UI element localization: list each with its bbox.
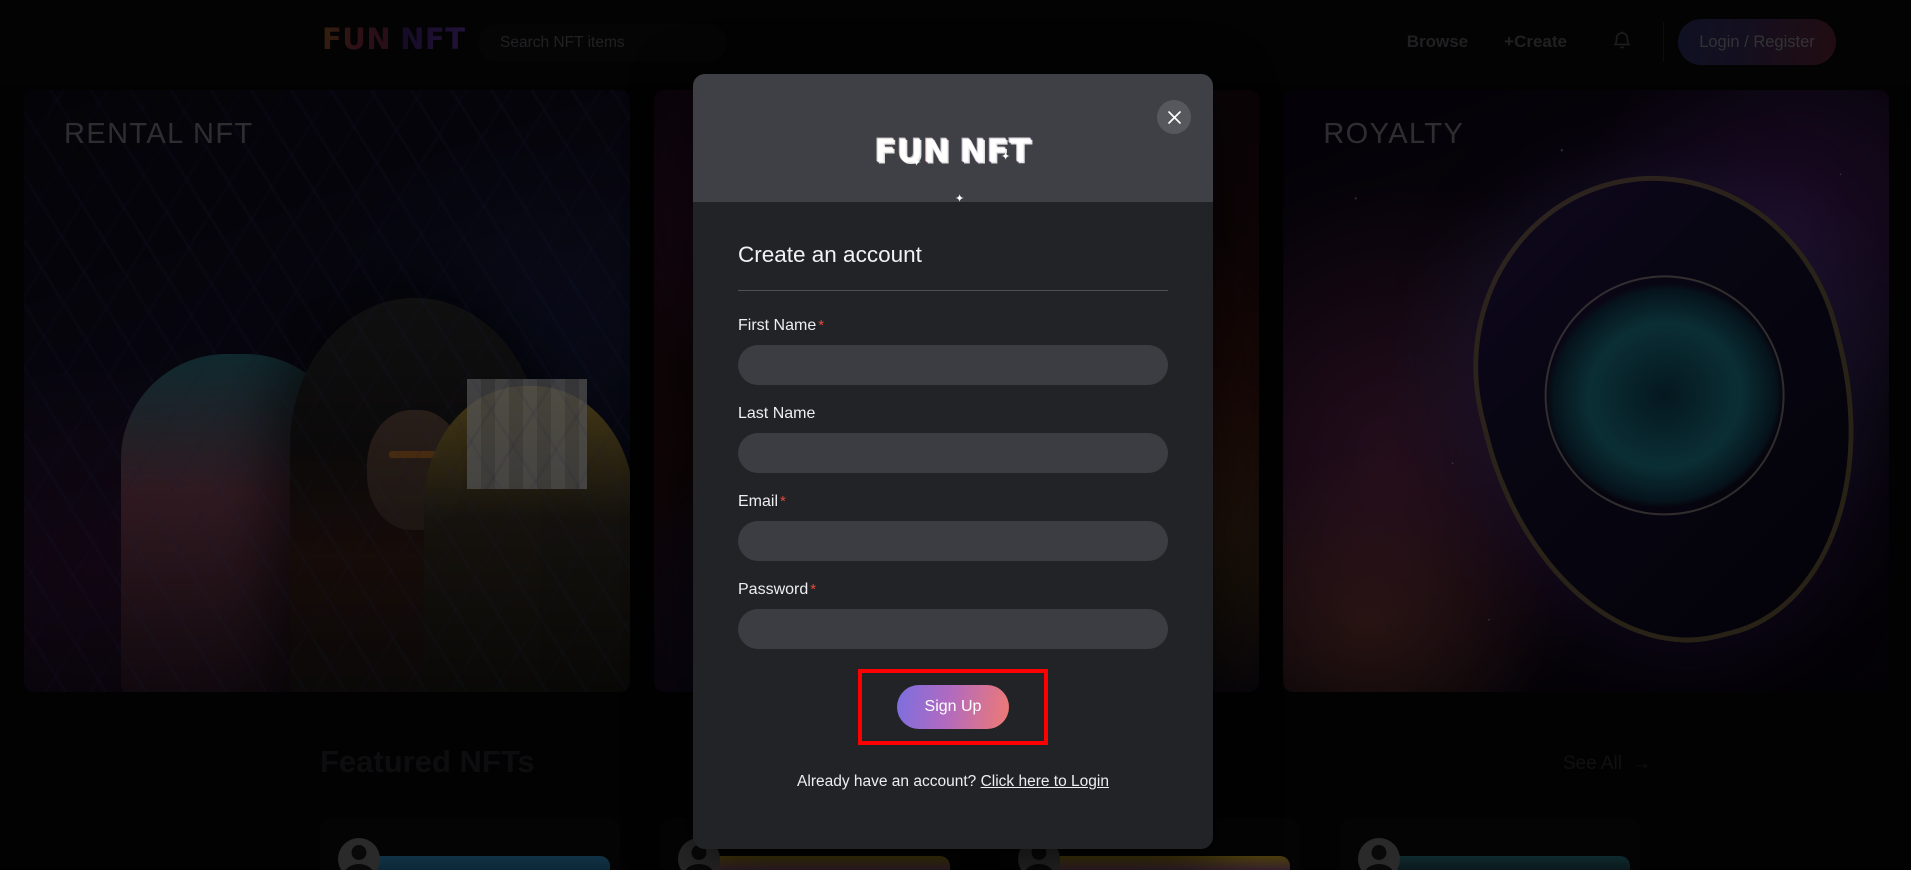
modal-logo-text-nft: NFT [959,132,1032,170]
sparkle-icon: ✦ [912,157,922,169]
label-text: Email [738,493,779,510]
footer-text: Already have an account? [797,773,977,790]
first-name-input[interactable] [738,345,1168,385]
modal-body: Create an account First Name * Last Name … [693,202,1213,791]
sparkle-icon: ✦ [955,193,965,205]
field-first-name: First Name * [738,317,1168,385]
signup-modal: FUN NFT ✦ ✦ ✦ Create an account First Nam… [693,74,1213,849]
required-marker: * [780,493,786,510]
required-marker: * [810,581,817,598]
modal-header: FUN NFT ✦ ✦ ✦ [693,74,1213,205]
password-input[interactable] [738,609,1168,649]
email-input[interactable] [738,521,1168,561]
field-label: First Name * [738,317,1168,335]
required-marker: * [818,317,825,334]
sparkle-icon: ✦ [1001,151,1011,163]
modal-heading: Create an account [738,242,922,267]
close-icon[interactable] [1157,100,1191,134]
field-last-name: Last Name [738,405,1168,473]
field-label: Email * [738,493,1168,511]
page-root: FUNNFT Browse +Create Login / Register [0,0,1911,870]
label-text: Last Name [738,405,816,422]
signup-button-row: Sign Up [738,669,1168,745]
field-label: Last Name [738,405,1168,423]
modal-divider [738,290,1168,291]
last-name-input[interactable] [738,433,1168,473]
field-label: Password * [738,581,1168,599]
field-email: Email * [738,493,1168,561]
modal-footer: Already have an account? Click here to L… [738,773,1168,791]
signup-button[interactable]: Sign Up [897,685,1009,729]
field-password: Password * [738,581,1168,649]
label-text: First Name [738,317,817,334]
label-text: Password [738,581,809,598]
login-link[interactable]: Click here to Login [981,773,1109,790]
signup-highlight-box: Sign Up [858,669,1048,745]
